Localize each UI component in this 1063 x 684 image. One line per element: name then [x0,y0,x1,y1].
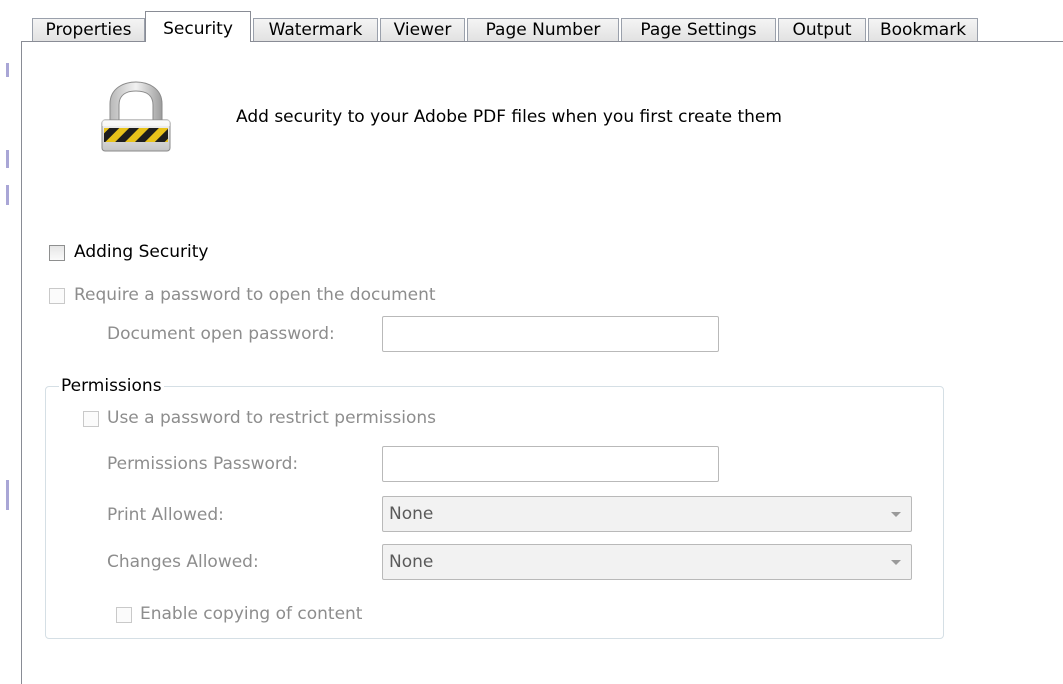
edge-mark [6,63,9,77]
tab-watermark[interactable]: Watermark [253,18,378,41]
tab-bookmark[interactable]: Bookmark [868,18,978,41]
permissions-password-label: Permissions Password: [107,454,299,474]
tab-page-number[interactable]: Page Number [467,18,619,41]
chevron-down-icon [891,512,901,517]
tab-page-settings[interactable]: Page Settings [621,18,776,41]
restrict-permissions-label: Use a password to restrict permissions [107,408,436,428]
require-password-checkbox[interactable] [49,288,65,304]
changes-allowed-value: None [389,552,434,572]
enable-copying-label: Enable copying of content [140,604,363,624]
permissions-group-title: Permissions [59,376,164,396]
document-open-password-input[interactable] [382,316,719,352]
document-open-password-label: Document open password: [107,324,335,344]
tab-viewer[interactable]: Viewer [380,18,465,41]
edge-mark [6,150,9,168]
changes-allowed-select[interactable]: None [382,544,912,580]
enable-copying-checkbox[interactable] [116,607,132,623]
edge-mark [6,185,9,205]
window-edge [0,0,11,684]
tab-output[interactable]: Output [778,18,866,41]
changes-allowed-label: Changes Allowed: [107,552,259,572]
print-allowed-label: Print Allowed: [107,505,224,525]
print-allowed-value: None [389,504,434,524]
adding-security-checkbox[interactable] [49,245,65,261]
restrict-permissions-checkbox[interactable] [83,411,99,427]
chevron-down-icon [891,560,901,565]
security-description: Add security to your Adobe PDF files whe… [236,107,782,127]
permissions-password-input[interactable] [382,446,719,482]
require-password-label: Require a password to open the document [74,285,436,305]
padlock-icon [98,80,176,154]
tab-security[interactable]: Security [145,11,251,42]
adding-security-label: Adding Security [74,242,209,262]
print-allowed-select[interactable]: None [382,496,912,532]
edge-mark [6,480,9,510]
tab-bar: Properties Security Watermark Viewer Pag… [0,0,1063,42]
tab-properties[interactable]: Properties [32,18,145,41]
